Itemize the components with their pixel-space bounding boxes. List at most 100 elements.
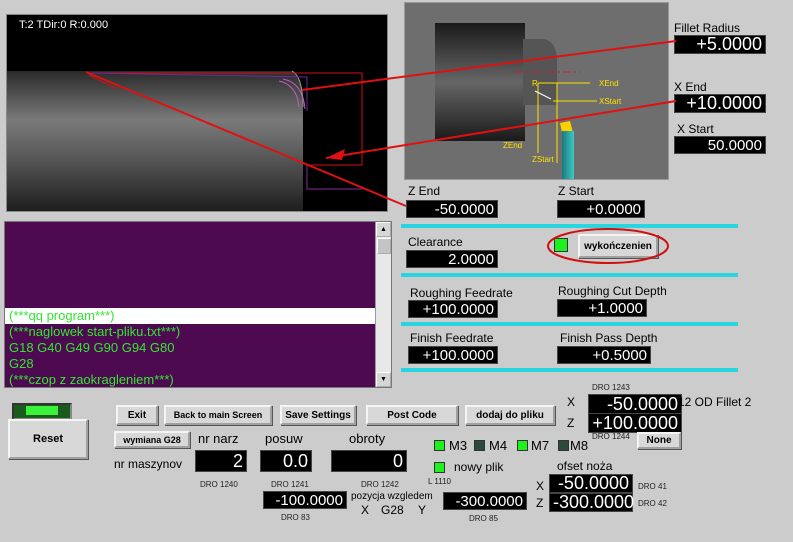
highlight-ellipse [547, 228, 669, 264]
gcode-lines: (***qq program***) (***naglowek start-pl… [5, 228, 375, 387]
none-button[interactable]: None [637, 432, 681, 449]
m7-label: M7 [531, 438, 550, 453]
gcode-line: G18 G40 G49 G90 G94 G80 [9, 340, 175, 355]
x-end-dro[interactable]: +10.0000 [674, 94, 766, 113]
toolpath-viewport[interactable]: T:2 TDir:0 R:0.000 [6, 14, 388, 212]
roughing-cut-depth-label: Roughing Cut Depth [558, 284, 667, 298]
dro-85-tag: DRO 85 [469, 514, 498, 523]
position-x-dro[interactable]: -100.0000 [263, 491, 347, 509]
diagram-label-zstart: ZStart [532, 155, 554, 164]
gcode-line [5, 244, 375, 260]
roughing-feedrate-label: Roughing Feedrate [410, 286, 513, 300]
scroll-down-icon[interactable]: ▼ [376, 372, 391, 387]
finish-feedrate-dro[interactable]: +100.0000 [408, 346, 498, 364]
toolpath-render [7, 70, 363, 211]
clearance-dro[interactable]: 2.0000 [406, 250, 498, 268]
m3-led[interactable] [434, 440, 445, 451]
dro-42-tag: DRO 42 [638, 499, 667, 508]
speed-dro[interactable]: 0 [331, 450, 407, 472]
program-title: 12 OD Fillet 2 [678, 395, 752, 409]
offset-z-axis-label: Z [536, 496, 544, 510]
diagram-label-zend: ZEnd [503, 141, 523, 150]
gcode-line-selected[interactable]: (***qq program***) [5, 308, 375, 324]
clearance-label: Clearance [408, 235, 463, 249]
top-x-dro[interactable]: -50.0000 [588, 394, 682, 414]
gcode-line [5, 292, 375, 308]
diagram-label-r: R [532, 79, 538, 88]
top-z-axis-label: Z [567, 416, 575, 430]
fillet-radius-label: Fillet Radius [674, 21, 741, 35]
pozycja-label: pozycja wzgledem [351, 491, 433, 502]
nr-maszynov-label: nr maszynov [114, 457, 183, 471]
post-code-button[interactable]: Post Code [366, 405, 458, 425]
obroty-header: obroty [349, 431, 386, 446]
gcode-console[interactable]: (***qq program***) (***naglowek start-pl… [4, 221, 392, 388]
m4-label: M4 [489, 438, 508, 453]
dro-1244-tag: DRO 1244 [592, 432, 630, 441]
exit-button[interactable]: Exit [116, 405, 158, 425]
dro-1242-tag: DRO 1242 [361, 480, 399, 489]
gcode-line: G28 [9, 356, 34, 371]
dro-83-tag: DRO 83 [281, 513, 310, 522]
nowy-plik-tag: L 1110 [428, 477, 451, 486]
dro-1241-tag: DRO 1241 [271, 480, 309, 489]
back-to-main-button[interactable]: Back to main Screen [164, 405, 272, 425]
fillet-radius-dro[interactable]: +5.0000 [674, 35, 766, 54]
save-settings-button[interactable]: Save Settings [280, 405, 356, 425]
m3-label: M3 [449, 438, 468, 453]
gcode-line [5, 228, 375, 244]
offset-x-axis-label: X [536, 479, 545, 493]
console-scrollbar[interactable]: ▲ ▼ [375, 222, 391, 387]
z-end-label: Z End [408, 184, 441, 198]
pozycja-y-label: Y [418, 503, 427, 517]
viewport-status: T:2 TDir:0 R:0.000 [19, 19, 109, 31]
reset-led-glow [26, 406, 58, 415]
reset-led [12, 403, 72, 420]
m8-led[interactable] [558, 440, 569, 451]
nr-narz-header: nr narz [198, 431, 239, 446]
tool-number-dro[interactable]: 2 [195, 450, 247, 472]
section-divider [401, 273, 738, 277]
scroll-up-icon[interactable]: ▲ [376, 222, 391, 237]
nowy-plik-led[interactable] [434, 462, 445, 473]
dodaj-do-pliku-button[interactable]: dodaj do pliku [465, 405, 555, 425]
gcode-line: (***czop z zaokragleniem***) [9, 372, 174, 387]
pozycja-g28-label: G28 [381, 503, 404, 517]
offset-x-dro[interactable]: -50.0000 [549, 474, 633, 493]
gcode-line [5, 276, 375, 292]
dro-1243-tag: DRO 1243 [592, 383, 630, 392]
finish-feedrate-label: Finish Feedrate [410, 331, 494, 345]
finish-pass-depth-label: Finish Pass Depth [560, 331, 658, 345]
gcode-line: (***naglowek start-pliku.txt***) [9, 324, 181, 339]
finish-pass-depth-dro[interactable]: +0.5000 [557, 346, 651, 364]
feed-dro[interactable]: 0.0 [260, 450, 312, 472]
gcode-line [5, 260, 375, 276]
section-divider [401, 322, 738, 326]
scroll-thumb[interactable] [377, 238, 391, 254]
dro-41-tag: DRO 41 [638, 482, 667, 491]
top-z-dro[interactable]: +100.0000 [588, 413, 682, 433]
reset-button[interactable]: Reset [8, 419, 88, 459]
fillet-diagram: R XEnd XStart ZEnd ZStart [404, 2, 669, 180]
z-start-label: Z Start [558, 184, 595, 198]
diagram-label-xend: XEnd [599, 79, 619, 88]
pozycja-x-label: X [361, 503, 370, 517]
fillet-diagram-drawing [435, 23, 597, 179]
ofset-noza-label: ofset noża [557, 459, 613, 473]
offset-z-dro[interactable]: -300.0000 [549, 493, 634, 512]
m7-led[interactable] [517, 440, 528, 451]
m4-led[interactable] [474, 440, 485, 451]
diagram-label-xstart: XStart [599, 97, 622, 106]
x-start-dro[interactable]: 50.0000 [674, 136, 766, 154]
wymiana-g28-button[interactable]: wymiana G28 [114, 431, 190, 448]
position-y-dro[interactable]: -300.0000 [443, 492, 527, 510]
nowy-plik-label: nowy plik [454, 460, 504, 474]
z-start-dro[interactable]: +0.0000 [557, 200, 645, 218]
roughing-cut-depth-dro[interactable]: +1.0000 [557, 299, 647, 317]
posuw-header: posuw [265, 431, 303, 446]
section-divider [401, 368, 738, 372]
roughing-feedrate-dro[interactable]: +100.0000 [408, 300, 498, 318]
z-end-dro[interactable]: -50.0000 [406, 200, 498, 218]
dro-1240-tag: DRO 1240 [200, 480, 238, 489]
top-x-axis-label: X [567, 395, 576, 409]
